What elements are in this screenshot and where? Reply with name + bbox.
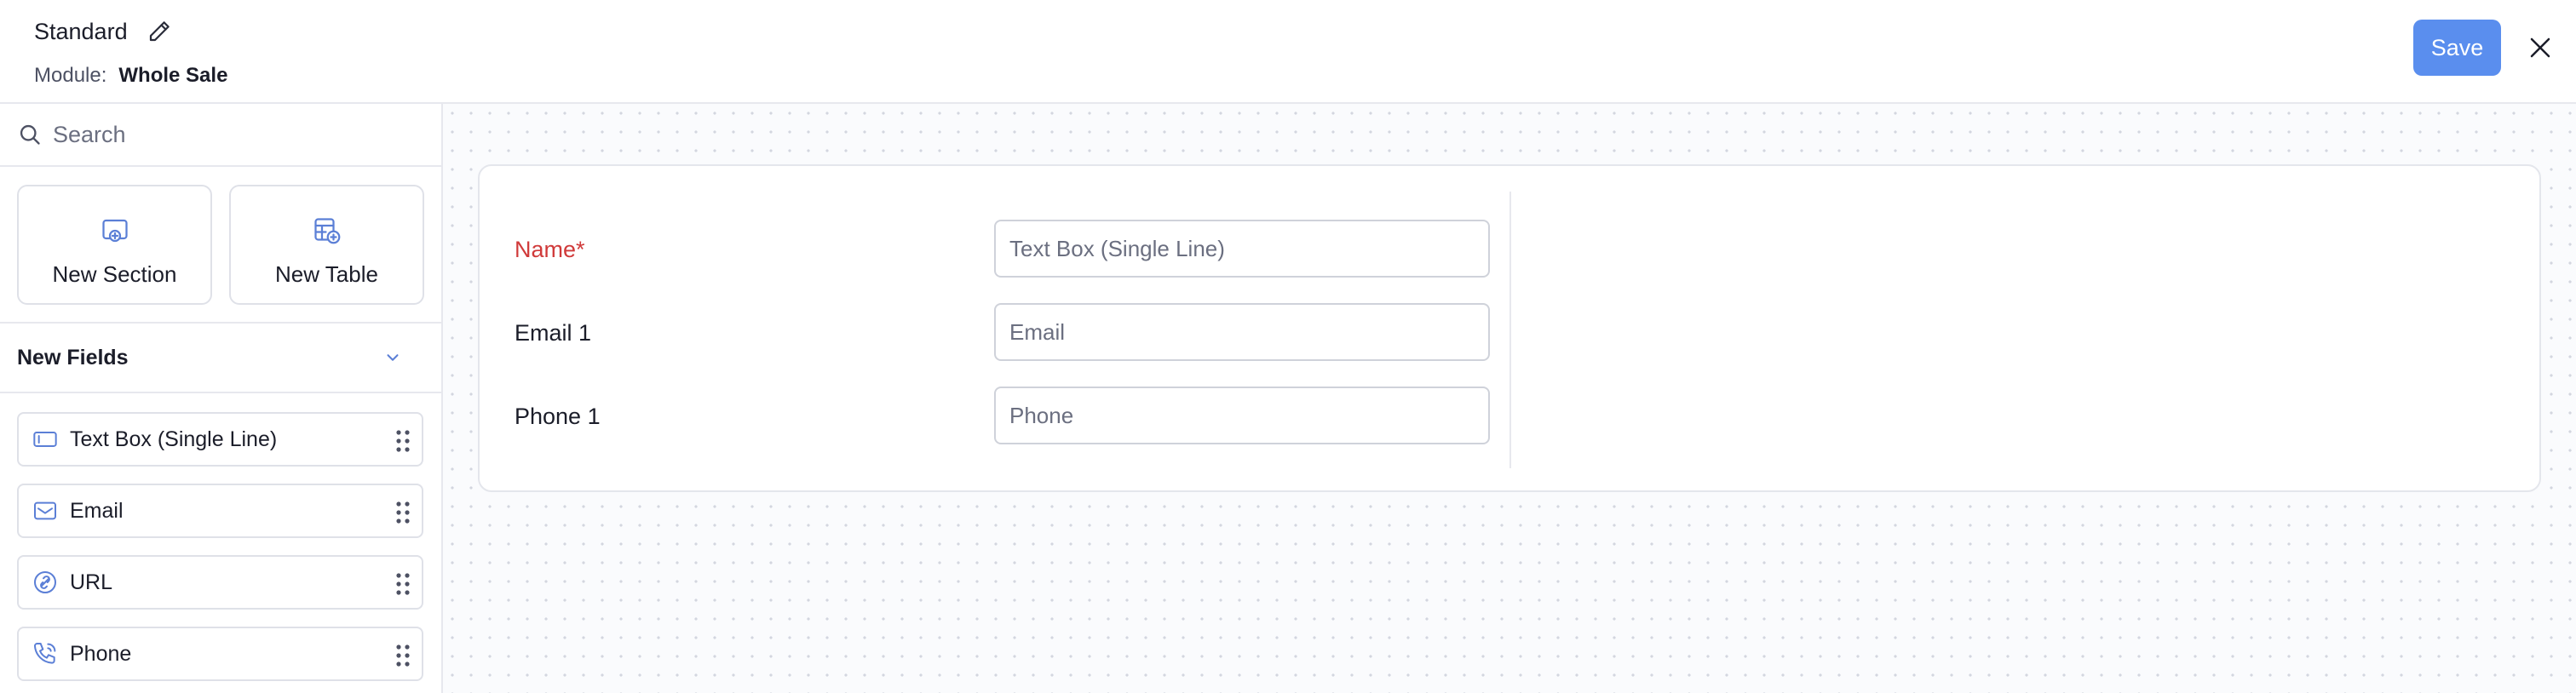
field-item-email[interactable]: Email bbox=[17, 484, 423, 538]
field-item-url[interactable]: URL bbox=[17, 555, 423, 610]
field-item-label: Text Box (Single Line) bbox=[70, 427, 278, 451]
module-value: Whole Sale bbox=[118, 64, 228, 87]
new-table-button[interactable]: New Table bbox=[229, 185, 424, 305]
fields-sidebar: New Section New Table New Fields bbox=[0, 104, 443, 693]
new-section-button[interactable]: New Section bbox=[17, 185, 212, 305]
field-item-text-box[interactable]: Text Box (Single Line) bbox=[17, 412, 423, 467]
drag-handle-icon[interactable] bbox=[394, 501, 411, 524]
new-table-label: New Table bbox=[275, 261, 378, 287]
search-input[interactable] bbox=[53, 121, 428, 148]
new-section-icon bbox=[98, 214, 132, 248]
search-bar bbox=[0, 104, 441, 167]
field-item-phone[interactable]: Phone bbox=[17, 627, 423, 681]
field-label-name: Name* bbox=[515, 237, 585, 262]
drag-handle-icon[interactable] bbox=[394, 644, 411, 667]
editor-header: Standard Module: Whole Sale Save bbox=[0, 0, 2576, 104]
save-button[interactable]: Save bbox=[2413, 20, 2501, 76]
field-label-email: Email 1 bbox=[515, 320, 592, 346]
text-box-icon bbox=[31, 425, 60, 454]
field-item-label: Email bbox=[70, 498, 124, 523]
new-section-label: New Section bbox=[52, 261, 177, 287]
new-fields-title: New Fields bbox=[17, 345, 129, 369]
email-input[interactable] bbox=[994, 303, 1490, 361]
new-table-icon bbox=[310, 214, 344, 248]
layout-canvas[interactable]: Name* Email 1 Phone 1 bbox=[443, 104, 2576, 693]
layout-title: Standard bbox=[34, 18, 128, 44]
form-section[interactable]: Name* Email 1 Phone 1 bbox=[478, 164, 2541, 492]
drag-handle-icon[interactable] bbox=[394, 429, 411, 453]
name-input[interactable] bbox=[994, 220, 1490, 278]
field-item-label: Phone bbox=[70, 641, 132, 666]
field-label-phone: Phone 1 bbox=[515, 404, 601, 429]
phone-icon bbox=[31, 639, 60, 668]
layout-title-row: Standard bbox=[34, 17, 174, 46]
drag-handle-icon[interactable] bbox=[394, 572, 411, 596]
link-icon bbox=[31, 568, 60, 597]
form-field-phone[interactable]: Phone 1 bbox=[480, 387, 1502, 446]
form-field-email[interactable]: Email 1 bbox=[480, 303, 1502, 363]
new-fields-toggle[interactable]: New Fields bbox=[0, 322, 441, 393]
close-icon[interactable] bbox=[2523, 31, 2557, 65]
pencil-icon[interactable] bbox=[145, 17, 174, 46]
module-info: Module: Whole Sale bbox=[34, 64, 227, 88]
search-icon bbox=[17, 122, 43, 147]
form-field-name[interactable]: Name* bbox=[480, 220, 1502, 279]
module-label: Module: bbox=[34, 64, 107, 87]
phone-input[interactable] bbox=[994, 387, 1490, 444]
column-divider bbox=[1509, 192, 1511, 468]
envelope-icon bbox=[31, 496, 60, 525]
field-item-label: URL bbox=[70, 570, 113, 594]
chevron-down-icon[interactable] bbox=[381, 346, 405, 369]
